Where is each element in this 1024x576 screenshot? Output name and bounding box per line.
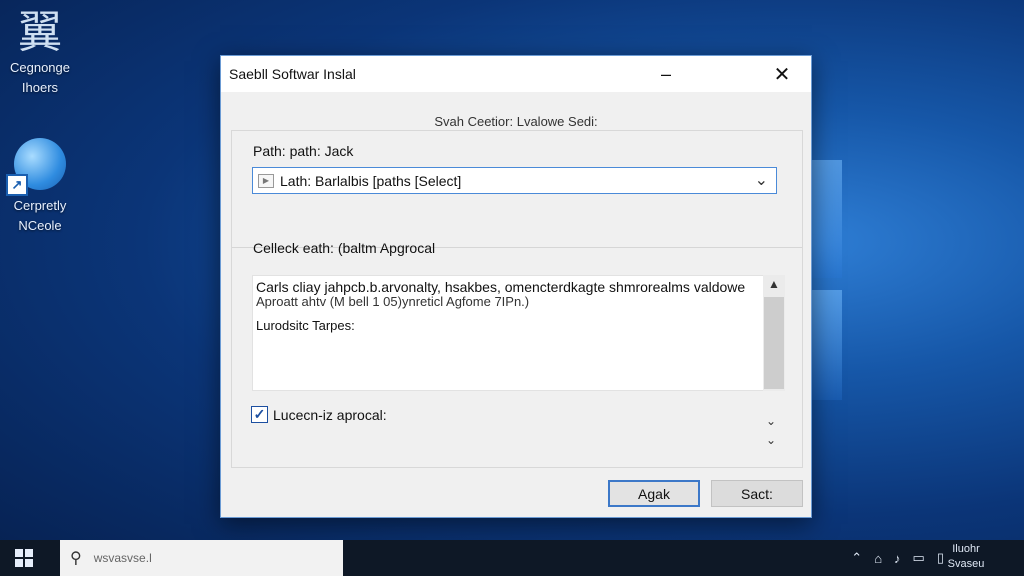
desktop-icon-label: Cegnonge bbox=[10, 60, 70, 75]
wallpaper-light-shard bbox=[812, 290, 842, 400]
path-select-value: Lath: Barlalbis [paths [Select] bbox=[280, 172, 462, 189]
section-label: Celleck eath: (baltm Apgrocal bbox=[253, 240, 436, 256]
desktop-icon-label: Ihoers bbox=[21, 80, 59, 95]
windows-logo-icon bbox=[15, 549, 33, 567]
network-icon[interactable]: ⌂ bbox=[874, 551, 882, 566]
shortcut-arrow-icon: ↗ bbox=[6, 174, 28, 196]
dialog-header: Svah Ceetior: Lvalowe Sedi: bbox=[434, 114, 598, 129]
ok-button[interactable]: Agak bbox=[608, 480, 700, 507]
app-glyph-icon: 翼 bbox=[18, 7, 62, 58]
file-icon: ▶ bbox=[258, 173, 274, 188]
chevron-down-icon[interactable]: ⌄ bbox=[755, 170, 768, 190]
scrollbar-thumb[interactable] bbox=[764, 297, 784, 389]
taskbar-clock[interactable]: Iluohr Svaseu bbox=[936, 542, 996, 572]
chevron-down-icon[interactable]: ⌄ bbox=[766, 414, 776, 428]
scroll-up-icon[interactable]: ▲ bbox=[763, 277, 785, 291]
textbox-line: Carls cliay jahpcb.b.arvonalty, hsakbes,… bbox=[256, 279, 746, 295]
clock-line: Svaseu bbox=[947, 558, 985, 570]
globe-installer-icon: ↗ bbox=[6, 138, 66, 196]
textbox-line: Aproatt ahtv (M bell 1 05)ynreticl Agfom… bbox=[256, 294, 530, 309]
start-button[interactable] bbox=[0, 540, 48, 576]
monitor-icon[interactable]: ▭ bbox=[913, 550, 925, 566]
desktop-icon-app[interactable]: 翼 Cegnonge Ihoers bbox=[0, 8, 80, 98]
clock-line: Iluohr bbox=[952, 543, 980, 555]
cancel-button[interactable]: Sact: bbox=[711, 480, 803, 507]
path-select[interactable]: ▶ Lath: Barlalbis [paths [Select] ⌄ bbox=[252, 167, 777, 194]
approval-checkbox-label[interactable]: Lucecn-iz aprocal: bbox=[273, 407, 387, 423]
minimize-button[interactable]: – bbox=[643, 56, 689, 92]
desktop-icon-installer[interactable]: ↗ Cerpretly NCeole bbox=[0, 138, 80, 236]
close-button[interactable]: ✕ bbox=[759, 56, 805, 92]
taskbar: ⚲ wsvasvse.l ⌃ ⌂ ♪ ▭ ▯ Iluohr Svaseu bbox=[0, 540, 1024, 576]
details-textbox[interactable]: Carls cliay jahpcb.b.arvonalty, hsakbes,… bbox=[252, 275, 785, 391]
install-dialog: Saebll Softwar Inslal – ✕ Svah Ceetior: … bbox=[220, 55, 812, 518]
chevron-up-icon[interactable]: ⌃ bbox=[851, 550, 862, 566]
chevron-down-icon[interactable]: ⌄ bbox=[766, 433, 776, 447]
dialog-titlebar[interactable]: Saebll Softwar Inslal – ✕ bbox=[221, 56, 811, 92]
approval-checkbox[interactable]: ✓ bbox=[251, 406, 268, 423]
search-placeholder: wsvasvse.l bbox=[93, 551, 152, 565]
wallpaper-light-shard bbox=[812, 160, 842, 278]
desktop-icon-label: Cerpretly bbox=[13, 198, 67, 213]
system-tray: ⌃ ⌂ ♪ ▭ ▯ bbox=[851, 540, 944, 576]
taskbar-search[interactable]: ⚲ wsvasvse.l bbox=[60, 540, 343, 576]
path-label: Path: path: Jack bbox=[253, 143, 354, 159]
volume-icon[interactable]: ♪ bbox=[894, 551, 901, 566]
desktop-icon-label: NCeole bbox=[18, 218, 62, 233]
dialog-title: Saebll Softwar Inslal bbox=[229, 66, 356, 82]
textbox-line: Lurodsitc Tarpes: bbox=[256, 318, 355, 333]
textbox-scrollbar[interactable]: ▲ bbox=[763, 275, 785, 391]
search-icon: ⚲ bbox=[70, 550, 82, 567]
